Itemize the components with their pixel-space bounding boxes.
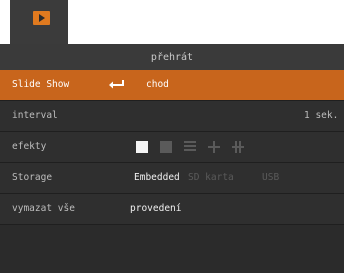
menu-row-interval[interactable]: interval 1 sek.: [0, 101, 344, 132]
storage-option-usb[interactable]: USB: [262, 163, 279, 193]
interval-value: 1 sek.: [304, 110, 339, 121]
page-title: přehrát: [0, 44, 344, 70]
slideshow-label: Slide Show: [12, 79, 70, 90]
effects-label: efekty: [12, 141, 47, 152]
settings-menu: Slide Show chod interval 1 sek. efekty S…: [0, 70, 344, 225]
effect-blinds-icon[interactable]: [184, 141, 196, 153]
clear-all-value: provedení: [130, 203, 182, 214]
top-tab-bar: [0, 0, 344, 44]
storage-label: Storage: [12, 172, 53, 183]
effect-cross-icon[interactable]: [208, 141, 220, 153]
play-icon: [33, 11, 50, 25]
menu-row-effects[interactable]: efekty: [0, 132, 344, 163]
menu-row-storage[interactable]: Storage Embedded SD karta USB: [0, 163, 344, 194]
storage-option-embedded[interactable]: Embedded: [134, 163, 180, 193]
effect-fade-icon[interactable]: [160, 141, 172, 153]
effect-none-icon[interactable]: [136, 141, 148, 153]
enter-arrow-icon: [109, 80, 124, 89]
interval-label: interval: [12, 110, 58, 121]
clear-all-label: vymazat vše: [12, 203, 75, 214]
menu-row-slideshow[interactable]: Slide Show chod: [0, 70, 344, 101]
menu-row-clear-all[interactable]: vymazat vše provedení: [0, 194, 344, 225]
tab-playback[interactable]: [10, 0, 68, 44]
effects-options: [136, 140, 244, 154]
storage-option-sd[interactable]: SD karta: [188, 163, 234, 193]
effect-split-icon[interactable]: [232, 141, 244, 153]
slideshow-value: chod: [146, 79, 169, 90]
